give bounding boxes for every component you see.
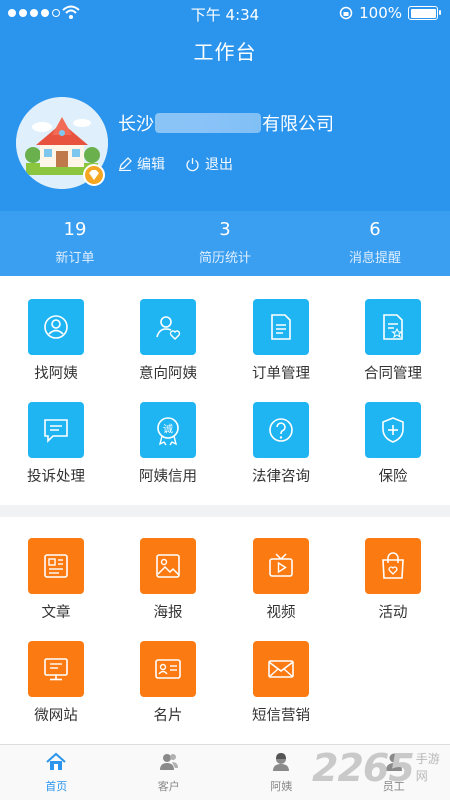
watermark-text: 手游网	[415, 752, 440, 783]
grid-item-find-nanny[interactable]: 找阿姨	[0, 299, 112, 383]
home-icon	[46, 752, 66, 770]
grid-item-contract-management[interactable]: 合同管理	[337, 299, 449, 383]
svg-text:诚: 诚	[163, 424, 173, 436]
customers-icon	[159, 754, 178, 770]
heart-person-icon	[156, 316, 181, 340]
page-title: 工作台	[193, 40, 257, 64]
service-panel: 找阿姨 意向阿姨 订单管理 合同管理 投诉处理 诚 阿姨信用 法律咨询 保险	[0, 276, 450, 505]
order-doc-icon	[271, 314, 291, 340]
grid-item-posters[interactable]: 海报	[112, 538, 224, 622]
grid-item-intended-nanny[interactable]: 意向阿姨	[112, 299, 224, 383]
grid-item-activities[interactable]: 活动	[337, 538, 449, 622]
vip-badge-icon	[83, 164, 105, 186]
credit-badge-icon: 诚	[157, 417, 179, 446]
grid-item-label: 活动	[378, 605, 408, 621]
grid-item-label: 微网站	[34, 708, 78, 724]
grid-item-label: 名片	[153, 708, 183, 724]
grid-item-label: 视频	[266, 605, 296, 621]
grid-item-label: 投诉处理	[27, 469, 85, 485]
grid-item-videos[interactable]: 视频	[225, 538, 337, 622]
marketing-panel: 文章 海报 视频 活动 微网站 名片 短信营销	[0, 517, 450, 744]
stats-bar: 19 新订单 3 简历统计 6 消息提醒	[0, 211, 450, 276]
grid-item-label: 找阿姨	[34, 366, 78, 382]
grid-item-label: 意向阿姨	[139, 366, 197, 382]
header: 下午 4:34 100% 工作台 长沙 有限公司 编辑 退出 19 新订单 3 …	[0, 0, 450, 276]
tab-home[interactable]: 首页	[0, 745, 113, 800]
rotation-lock-icon	[339, 6, 353, 20]
grid-item-label: 法律咨询	[252, 469, 310, 485]
activity-bag-icon	[382, 552, 404, 579]
grid-item-microsite[interactable]: 微网站	[0, 641, 112, 725]
tab-label: 客户	[157, 780, 180, 793]
article-icon	[44, 554, 68, 578]
grid-item-complaints[interactable]: 投诉处理	[0, 402, 112, 486]
logout-button[interactable]: 退出	[185, 154, 233, 174]
edit-label: 编辑	[137, 157, 165, 173]
grid-item-order-management[interactable]: 订单管理	[225, 299, 337, 383]
logout-label: 退出	[205, 157, 233, 173]
stat-resume-stats[interactable]: 3 简历统计	[150, 211, 300, 276]
complaint-chat-icon	[44, 419, 68, 443]
shield-plus-icon	[382, 417, 404, 443]
stat-value: 3	[219, 219, 231, 240]
grid-item-label: 短信营销	[252, 708, 310, 724]
question-icon	[269, 418, 293, 442]
battery-percent: 100%	[359, 4, 402, 22]
video-tv-icon	[269, 553, 293, 577]
poster-icon	[156, 554, 180, 578]
stat-value: 19	[63, 219, 87, 240]
grid-item-label: 文章	[41, 605, 71, 621]
stat-label: 消息提醒	[348, 251, 401, 266]
grid-item-sms-marketing[interactable]: 短信营销	[225, 641, 337, 725]
business-card-icon	[155, 659, 181, 679]
stat-new-orders[interactable]: 19 新订单	[0, 211, 150, 276]
microsite-monitor-icon	[44, 658, 68, 681]
tab-label: 首页	[45, 780, 68, 793]
grid-item-label: 合同管理	[364, 366, 422, 382]
status-bar: 下午 4:34 100%	[0, 0, 450, 26]
grid-item-label: 阿姨信用	[139, 469, 197, 485]
grid-item-label: 海报	[153, 605, 183, 621]
grid-item-business-card[interactable]: 名片	[112, 641, 224, 725]
stat-messages[interactable]: 6 消息提醒	[300, 211, 450, 276]
company-name: 长沙 有限公司	[118, 110, 334, 136]
contract-doc-icon	[383, 314, 403, 340]
stat-label: 新订单	[55, 251, 95, 266]
grid-item-label: 保险	[378, 469, 408, 485]
battery-icon	[408, 6, 441, 20]
edit-button[interactable]: 编辑	[118, 154, 165, 174]
grid-item-legal-consult[interactable]: 法律咨询	[225, 402, 337, 486]
company-name-suffix: 有限公司	[262, 114, 334, 135]
grid-item-insurance[interactable]: 保险	[337, 402, 449, 486]
stat-value: 6	[369, 219, 381, 240]
watermark-logo: 2265 手游网	[312, 748, 450, 788]
company-name-prefix: 长沙	[118, 114, 154, 135]
pencil-icon	[119, 157, 132, 171]
tab-customers[interactable]: 客户	[113, 745, 226, 800]
search-person-icon	[44, 315, 68, 339]
redacted-text	[155, 113, 261, 133]
grid-item-nanny-credit[interactable]: 诚 阿姨信用	[112, 402, 224, 486]
watermark-number: 2265	[312, 746, 415, 790]
grid-item-articles[interactable]: 文章	[0, 538, 112, 622]
sms-envelope-icon	[268, 660, 294, 678]
nanny-icon	[273, 753, 290, 771]
stat-label: 简历统计	[198, 251, 251, 266]
power-icon	[186, 157, 199, 171]
grid-item-label: 订单管理	[252, 366, 310, 382]
